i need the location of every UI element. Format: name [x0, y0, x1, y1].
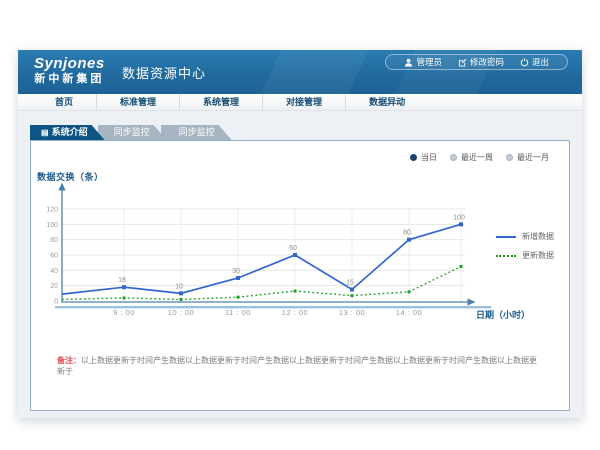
- legend-item-1: 新增数据: [496, 231, 554, 242]
- footnote-text: 以上数据更新于时间产生数据以上数据更新于时间产生数据以上数据更新于时间产生数据以…: [57, 356, 537, 376]
- svg-text:13 : 00: 13 : 00: [339, 308, 365, 317]
- svg-text:9 : 00: 9 : 00: [113, 308, 135, 317]
- radio-dot-icon: [450, 154, 457, 161]
- footnote-prefix: 备注：: [57, 356, 81, 365]
- svg-text:0: 0: [54, 299, 58, 306]
- tab-3[interactable]: 同步监控: [161, 125, 232, 140]
- edit-icon: [458, 58, 467, 67]
- logout-label: 退出: [532, 56, 549, 68]
- tab-1[interactable]: ▤系统介绍: [30, 125, 105, 140]
- nav-item-5[interactable]: 数据异动: [346, 94, 428, 111]
- change-password-label: 修改密码: [470, 56, 504, 68]
- svg-text:12 : 00: 12 : 00: [282, 308, 308, 317]
- svg-text:30: 30: [232, 268, 240, 275]
- radio-label: 最近一月: [517, 152, 549, 163]
- user-label: 管理员: [416, 56, 442, 68]
- footnote: 备注：以上数据更新于时间产生数据以上数据更新于时间产生数据以上数据更新于时间产生…: [57, 355, 537, 377]
- svg-text:10 : 00: 10 : 00: [168, 308, 194, 317]
- page: Synjones 新中新集团 数据资源中心 管理员 修改密码 退出 首页标准: [0, 0, 600, 450]
- tab-bar: ▤系统介绍同步监控同步监控: [30, 125, 232, 140]
- user-toolbar: 管理员 修改密码 退出: [385, 54, 568, 70]
- legend-label: 新增数据: [522, 231, 554, 242]
- svg-text:80: 80: [403, 230, 411, 237]
- svg-text:120: 120: [46, 206, 58, 213]
- svg-text:60: 60: [50, 252, 58, 259]
- app-header: Synjones 新中新集团 数据资源中心 管理员 修改密码 退出: [18, 50, 582, 94]
- svg-text:20: 20: [50, 283, 58, 290]
- nav-item-2[interactable]: 标准管理: [97, 94, 180, 111]
- solid-line-swatch: [496, 236, 516, 238]
- nav-item-1[interactable]: 首页: [32, 94, 97, 111]
- app-window: Synjones 新中新集团 数据资源中心 管理员 修改密码 退出 首页标准: [18, 50, 582, 418]
- person-icon: [404, 58, 413, 67]
- power-icon: [520, 58, 529, 67]
- radio-dot-icon: [506, 154, 513, 161]
- svg-text:14 : 00: 14 : 00: [396, 308, 422, 317]
- tab-2[interactable]: 同步监控: [98, 125, 167, 140]
- svg-text:60: 60: [289, 245, 297, 252]
- legend-label: 更新数据: [522, 250, 554, 261]
- period-radio-3[interactable]: 最近一月: [506, 152, 549, 163]
- change-password-button[interactable]: 修改密码: [450, 56, 512, 68]
- legend-item-2: 更新数据: [496, 250, 554, 261]
- svg-text:15: 15: [346, 279, 354, 286]
- page-title: 数据资源中心: [122, 63, 206, 82]
- nav-item-4[interactable]: 对接管理: [263, 94, 346, 111]
- user-menu-button[interactable]: 管理员: [396, 56, 450, 68]
- svg-text:18: 18: [118, 277, 126, 284]
- svg-text:40: 40: [50, 268, 58, 275]
- document-grid-icon: ▤: [41, 128, 49, 137]
- svg-text:100: 100: [46, 222, 58, 229]
- tab-label: 系统介绍: [52, 127, 88, 137]
- tab-label: 同步监控: [114, 127, 150, 137]
- period-filter-group: 当日 最近一周 最近一月: [410, 152, 549, 163]
- logo-text-en: Synjones: [34, 55, 105, 72]
- dotted-line-swatch: [496, 255, 516, 257]
- svg-text:100: 100: [453, 214, 465, 221]
- line-chart: 0 20 40 60 80 100 120 9 : 00 10 : 00 11 : 00 12 : …: [38, 181, 508, 331]
- nav-item-3[interactable]: 系统管理: [180, 94, 263, 111]
- svg-text:10: 10: [175, 283, 183, 290]
- radio-label: 最近一周: [461, 152, 493, 163]
- tab-label: 同步监控: [179, 127, 215, 137]
- chart-legend: 新增数据更新数据: [496, 231, 554, 269]
- logout-button[interactable]: 退出: [512, 56, 557, 68]
- x-axis-title: 日期（小时）: [476, 308, 530, 321]
- period-radio-2[interactable]: 最近一周: [450, 152, 493, 163]
- content-area: ▤系统介绍同步监控同步监控 数据交换（条） 当日最近一周最近一月 0204060…: [18, 111, 582, 417]
- logo-text-cn: 新中新集团: [34, 72, 105, 86]
- radio-dot-icon: [410, 154, 417, 161]
- svg-text:80: 80: [50, 237, 58, 244]
- radio-label: 当日: [421, 152, 437, 163]
- period-radio-1[interactable]: 当日: [410, 152, 437, 163]
- main-nav: 首页标准管理系统管理对接管理数据异动: [18, 94, 582, 111]
- svg-text:11 : 00: 11 : 00: [225, 308, 251, 317]
- logo: Synjones 新中新集团: [34, 55, 105, 86]
